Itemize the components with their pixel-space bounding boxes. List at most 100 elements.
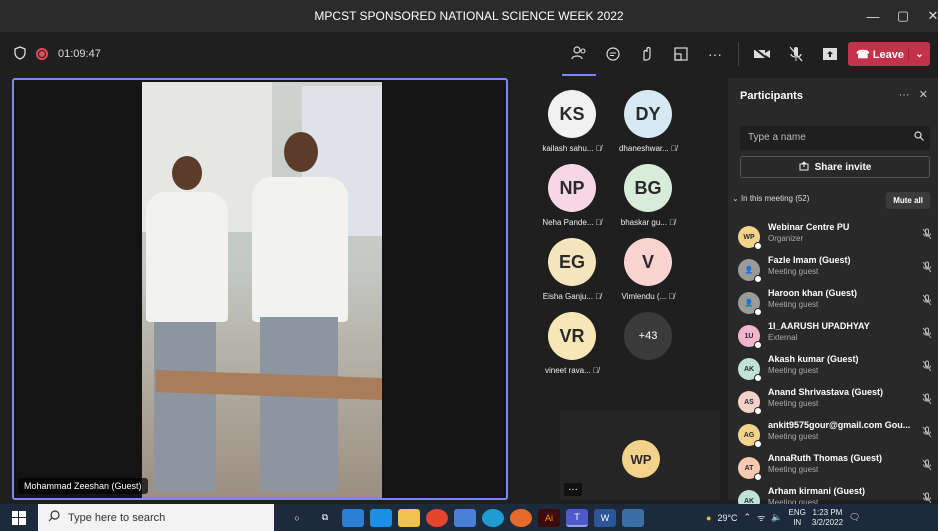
clock[interactable]: 1:23 PM 3/2/2022 — [812, 508, 843, 528]
person-head — [172, 156, 202, 190]
share-button[interactable] — [813, 32, 847, 76]
meeting-toolbar: 01:09:47 ··· — [0, 32, 938, 76]
participant-tile[interactable]: BG bhaskar gu... 🎙̸ — [606, 164, 690, 234]
main-video-stage[interactable]: Mohammad Zeeshan (Guest) — [12, 78, 508, 500]
language-indicator[interactable]: ENG IN — [789, 508, 806, 528]
start-button[interactable] — [0, 510, 38, 525]
mic-off-icon[interactable] — [922, 459, 932, 473]
leave-button[interactable]: ☎ Leave ⌄ — [848, 42, 930, 66]
cortana-icon[interactable]: ○ — [286, 509, 308, 527]
section-label: In this meeting (52) — [740, 194, 810, 203]
close-button[interactable]: ✕ — [918, 8, 938, 24]
network-icon[interactable]: ᯤ — [757, 511, 765, 524]
participant-name: Arham kirmani (Guest) — [768, 486, 866, 496]
firefox-icon[interactable] — [510, 508, 532, 527]
edge-icon[interactable] — [482, 508, 504, 527]
illustrator-icon[interactable]: Ai — [538, 508, 560, 527]
presence-icon — [754, 440, 762, 448]
notifications-icon[interactable]: 🗨 — [849, 512, 860, 523]
participant-name: 1I_AARUSH UPADHYAY — [768, 321, 870, 331]
participant-role: External — [768, 333, 798, 342]
participant-tile[interactable]: V Vimlendu (... 🎙̸ — [606, 238, 690, 308]
participant-row[interactable]: 👤 Haroon khan (Guest) Meeting guest — [738, 286, 934, 319]
participant-avatar: KS — [548, 90, 596, 138]
phone-icon: ☎ — [856, 48, 870, 61]
participant-role: Meeting guest — [768, 432, 819, 441]
mic-off-icon[interactable] — [922, 393, 932, 407]
mic-off-icon[interactable] — [922, 426, 932, 440]
participant-avatar: DY — [624, 90, 672, 138]
store-icon[interactable] — [342, 508, 364, 527]
shield-icon — [14, 45, 26, 63]
participant-row[interactable]: WP Webinar Centre PU Organizer — [738, 220, 934, 253]
participant-name: bhaskar gu... 🎙̸ — [620, 218, 676, 227]
participant-tile[interactable]: DY dhaneshwar... 🎙̸ — [606, 90, 690, 160]
more-options-icon[interactable]: ··· — [564, 483, 582, 496]
photos-icon[interactable] — [622, 508, 644, 527]
participant-tile[interactable]: KS kailash sahu... 🎙̸ — [530, 90, 614, 160]
speaker-video — [142, 82, 382, 498]
participant-tile[interactable]: NP Neha Pande... 🎙̸ — [530, 164, 614, 234]
participant-avatar: AG — [738, 424, 762, 448]
participant-tile[interactable]: EG Eisha Ganju... 🎙̸ — [530, 238, 614, 308]
presence-icon — [754, 308, 762, 316]
word-icon[interactable]: W — [594, 508, 616, 527]
participant-row[interactable]: AT AnnaRuth Thomas (Guest) Meeting guest — [738, 451, 934, 484]
self-video-tile[interactable]: WP ··· — [560, 410, 720, 500]
leave-label: Leave — [872, 48, 904, 61]
self-avatar: WP — [622, 440, 660, 478]
search-placeholder: Type a name — [748, 132, 806, 143]
chevron-down-icon[interactable]: ⌄ — [908, 48, 930, 60]
mic-off-button[interactable] — [779, 32, 813, 76]
person-legs — [154, 322, 216, 492]
person-body — [146, 192, 228, 322]
panel-close-button[interactable]: ✕ — [919, 89, 928, 101]
more-actions-button[interactable]: ··· — [698, 32, 732, 76]
file-explorer-icon[interactable] — [398, 508, 420, 527]
mute-all-button[interactable]: Mute all — [886, 192, 930, 209]
participant-name: kailash sahu... 🎙̸ — [542, 144, 602, 153]
participant-name: Webinar Centre PU — [768, 222, 850, 232]
volume-icon[interactable]: 🔈 — [771, 512, 782, 523]
minimize-button[interactable]: — — [858, 9, 888, 24]
panel-more-button[interactable]: ··· — [899, 89, 910, 101]
camera-off-button[interactable] — [745, 32, 779, 76]
participant-avatar: EG — [548, 238, 596, 286]
reactions-button[interactable] — [630, 32, 664, 76]
mic-off-icon[interactable] — [922, 327, 932, 341]
rooms-button[interactable] — [664, 32, 698, 76]
chrome-icon[interactable] — [426, 508, 448, 527]
teams-icon[interactable]: T — [566, 508, 588, 527]
participant-row[interactable]: 👤 Fazle Imam (Guest) Meeting guest — [738, 253, 934, 286]
region-label: IN — [793, 517, 802, 527]
chevron-up-icon[interactable]: ⌃ — [744, 512, 752, 523]
mic-off-icon[interactable] — [922, 294, 932, 308]
in-meeting-section[interactable]: ⌄ In this meeting (52) — [732, 194, 809, 203]
participant-row[interactable]: 1U 1I_AARUSH UPADHYAY External — [738, 319, 934, 352]
participant-search-input[interactable]: Type a name — [740, 126, 930, 150]
task-view-icon[interactable]: ⧉ — [314, 509, 336, 527]
mic-off-icon[interactable] — [922, 228, 932, 242]
participant-tile[interactable]: VR vineet rava... 🎙̸ — [530, 312, 614, 382]
share-invite-button[interactable]: Share invite — [740, 156, 930, 178]
taskbar-search-placeholder: Type here to search — [68, 511, 166, 524]
chat-button[interactable] — [596, 32, 630, 76]
mail-icon[interactable] — [370, 508, 392, 527]
person-icon: 👤 — [738, 292, 762, 316]
participant-row[interactable]: AS Anand Shrivastava (Guest) Meeting guest — [738, 385, 934, 418]
participant-name: Akash kumar (Guest) — [768, 354, 859, 364]
mic-off-icon[interactable] — [922, 261, 932, 275]
speaker-name-tag: Mohammad Zeeshan (Guest) — [18, 478, 148, 494]
people-button[interactable] — [562, 32, 596, 76]
participant-row[interactable]: AG ankit9575gour@gmail.com Gou... Meeting … — [738, 418, 934, 451]
app-icon[interactable] — [454, 508, 476, 527]
taskbar-search-input[interactable]: Type here to search — [38, 504, 274, 531]
maximize-button[interactable]: ▢ — [888, 8, 918, 24]
participant-list: WP Webinar Centre PU Organizer 👤 Fazle Imam … — [738, 220, 934, 517]
participant-row[interactable]: AK Akash kumar (Guest) Meeting guest — [738, 352, 934, 385]
window-controls: — ▢ ✕ — [858, 0, 938, 32]
mic-off-icon[interactable] — [922, 360, 932, 374]
participant-avatar: V — [624, 238, 672, 286]
more-participants-tile[interactable]: +43 — [606, 312, 690, 382]
weather-temp[interactable]: 29°C — [717, 513, 737, 523]
